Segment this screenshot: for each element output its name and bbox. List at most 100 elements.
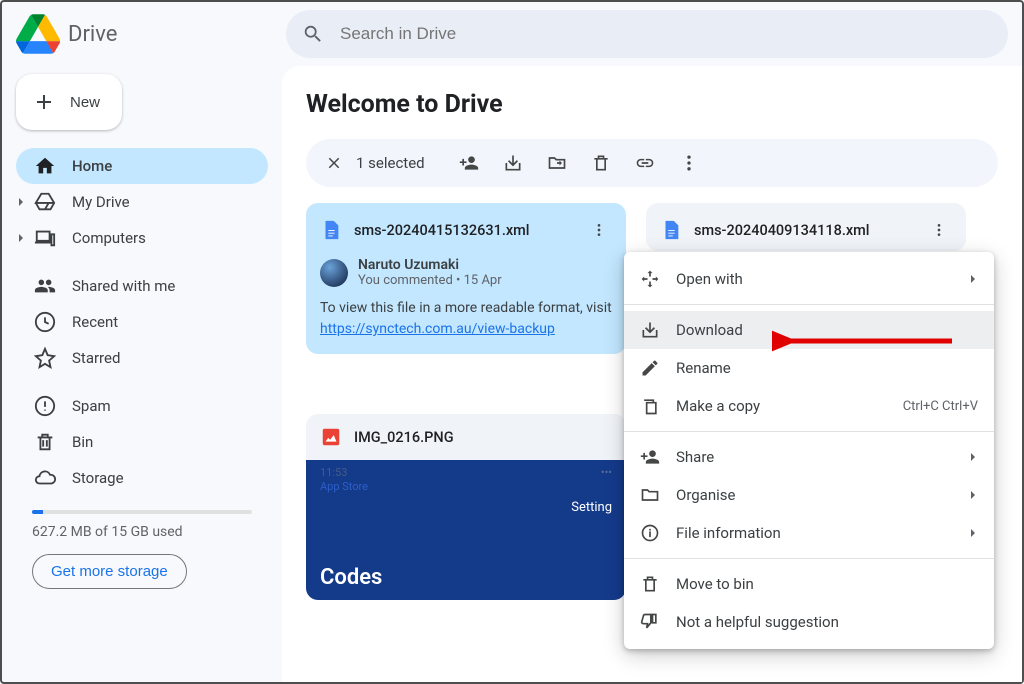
ctx-rename[interactable]: Rename xyxy=(624,349,994,387)
nav-label: Storage xyxy=(72,469,124,487)
bin-icon xyxy=(34,431,56,453)
sidebar-item-starred[interactable]: Starred xyxy=(16,340,268,376)
drive-small-icon xyxy=(34,191,56,213)
selection-toolbar: 1 selected xyxy=(306,139,998,187)
nav-label: Spam xyxy=(72,397,111,415)
folder-icon xyxy=(640,485,660,505)
nav-label: My Drive xyxy=(72,193,130,211)
clock-icon xyxy=(34,311,56,333)
copy-icon xyxy=(640,396,660,416)
sidebar: New Home My Drive Computers xyxy=(2,66,282,682)
cloud-icon xyxy=(34,467,56,489)
share-button[interactable] xyxy=(447,143,491,183)
storage-text: 627.2 MB of 15 GB used xyxy=(32,524,252,540)
nav-label: Shared with me xyxy=(72,277,175,295)
chevron-right-icon xyxy=(968,452,978,462)
sidebar-item-my-drive[interactable]: My Drive xyxy=(16,184,268,220)
link-icon xyxy=(635,153,655,173)
download-icon xyxy=(640,320,660,340)
preview-time: 11:53 xyxy=(320,466,347,479)
sidebar-item-spam[interactable]: Spam xyxy=(16,388,268,424)
app-header: Drive xyxy=(2,2,1022,66)
nav-label: Bin xyxy=(72,433,93,451)
thumb-down-icon xyxy=(640,612,660,632)
delete-button[interactable] xyxy=(579,143,623,183)
file-more-button[interactable] xyxy=(584,215,614,245)
clear-selection-button[interactable] xyxy=(316,145,352,181)
ctx-share[interactable]: Share xyxy=(624,438,994,476)
more-vert-icon xyxy=(679,153,699,173)
chevron-right-icon xyxy=(16,233,26,243)
file-icon xyxy=(320,219,342,241)
computers-icon xyxy=(34,227,56,249)
download-icon xyxy=(503,153,523,173)
image-preview: 11:53 ••• App Store Setting Codes xyxy=(306,460,626,600)
ctx-make-copy[interactable]: Make a copy Ctrl+C Ctrl+V xyxy=(624,387,994,425)
storage-progress xyxy=(32,510,252,514)
chevron-right-icon xyxy=(968,490,978,500)
person-add-icon xyxy=(459,153,479,173)
link-button[interactable] xyxy=(623,143,667,183)
search-bar[interactable] xyxy=(286,10,1008,58)
nav-label: Computers xyxy=(72,229,146,247)
preview-settings: Setting xyxy=(571,500,612,515)
file-icon xyxy=(660,219,682,241)
more-vert-icon xyxy=(931,222,947,238)
file-name: IMG_0216.PNG xyxy=(354,429,614,446)
sidebar-item-home[interactable]: Home xyxy=(16,148,268,184)
ctx-organise[interactable]: Organise xyxy=(624,476,994,514)
selection-count: 1 selected xyxy=(356,154,425,172)
close-icon xyxy=(325,154,343,172)
ctx-not-helpful[interactable]: Not a helpful suggestion xyxy=(624,603,994,641)
comment-link[interactable]: https://synctech.com.au/view-backup xyxy=(320,321,555,337)
context-menu: Open with Download Rename Make a copy Ct… xyxy=(624,252,994,649)
search-icon xyxy=(302,23,324,45)
avatar xyxy=(320,259,348,287)
chevron-right-icon xyxy=(16,197,26,207)
file-name: sms-20240415132631.xml xyxy=(354,222,584,239)
info-icon xyxy=(640,523,660,543)
download-button[interactable] xyxy=(491,143,535,183)
person-add-icon xyxy=(640,447,660,467)
chevron-right-icon xyxy=(968,274,978,284)
pencil-icon xyxy=(640,358,660,378)
trash-icon xyxy=(591,153,611,173)
sidebar-item-computers[interactable]: Computers xyxy=(16,220,268,256)
file-card[interactable]: sms-20240415132631.xml Naruto Uzumaki Yo… xyxy=(306,203,626,354)
move-button[interactable] xyxy=(535,143,579,183)
folder-move-icon xyxy=(547,153,567,173)
plus-icon xyxy=(32,90,56,114)
home-icon xyxy=(34,155,56,177)
file-more-button[interactable] xyxy=(924,215,954,245)
file-card[interactable]: sms-20240409134118.xml xyxy=(646,203,966,251)
sidebar-item-recent[interactable]: Recent xyxy=(16,304,268,340)
search-input[interactable] xyxy=(340,24,992,44)
ctx-download[interactable]: Download xyxy=(624,311,994,349)
nav-label: Starred xyxy=(72,349,120,367)
more-vert-icon xyxy=(591,222,607,238)
new-button[interactable]: New xyxy=(16,74,122,130)
more-button[interactable] xyxy=(667,143,711,183)
preview-appstore: App Store xyxy=(320,480,368,493)
spam-icon xyxy=(34,395,56,417)
file-card[interactable]: IMG_0216.PNG 11:53 ••• App Store Setting… xyxy=(306,414,626,600)
open-with-icon xyxy=(640,269,660,289)
people-icon xyxy=(34,275,56,297)
drive-logo-icon xyxy=(16,14,60,54)
file-name: sms-20240409134118.xml xyxy=(694,222,924,239)
logo[interactable]: Drive xyxy=(16,14,286,54)
nav-label: Home xyxy=(72,157,112,175)
ctx-move-to-bin[interactable]: Move to bin xyxy=(624,565,994,603)
nav-label: Recent xyxy=(72,313,118,331)
preview-title: Codes xyxy=(320,565,382,590)
ctx-open-with[interactable]: Open with xyxy=(624,260,994,298)
bin-icon xyxy=(640,574,660,594)
page-title: Welcome to Drive xyxy=(306,90,998,119)
sidebar-item-bin[interactable]: Bin xyxy=(16,424,268,460)
ctx-file-info[interactable]: File information xyxy=(624,514,994,552)
shortcut: Ctrl+C Ctrl+V xyxy=(903,399,978,414)
sidebar-item-shared[interactable]: Shared with me xyxy=(16,268,268,304)
get-more-storage-button[interactable]: Get more storage xyxy=(32,554,187,589)
sidebar-item-storage[interactable]: Storage xyxy=(16,460,268,496)
comment-author: Naruto Uzumaki xyxy=(358,257,502,273)
